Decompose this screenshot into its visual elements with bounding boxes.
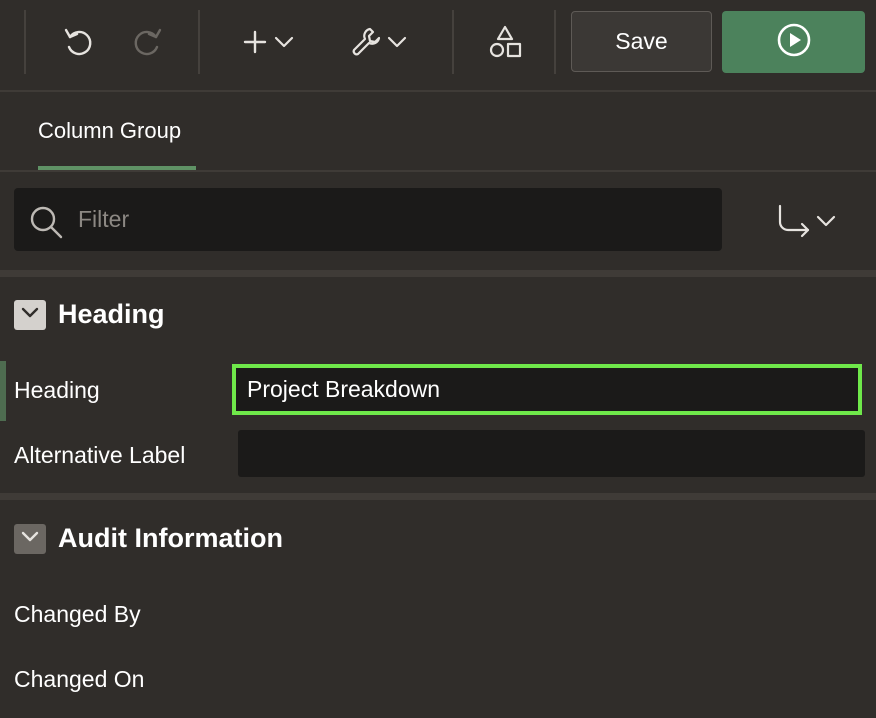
collapse-toggle[interactable] xyxy=(14,524,46,554)
redo-icon xyxy=(131,25,165,59)
undo-button[interactable] xyxy=(54,14,102,70)
save-button[interactable]: Save xyxy=(571,11,712,72)
toolbar-divider xyxy=(198,10,200,74)
section-title: Audit Information xyxy=(58,523,283,553)
go-to-group-button[interactable] xyxy=(770,200,840,244)
section-title: Heading xyxy=(58,299,165,329)
create-menu-button[interactable] xyxy=(236,14,300,70)
property-label-heading: Heading xyxy=(14,377,100,403)
toolbar-divider xyxy=(24,10,26,74)
heading-field[interactable]: Project Breakdown xyxy=(232,364,862,415)
chevron-down-icon xyxy=(20,530,40,549)
chevron-down-icon xyxy=(20,306,40,325)
section-heading-header[interactable]: Heading xyxy=(0,280,876,350)
filter-placeholder: Filter xyxy=(78,206,130,232)
property-label-changed-on: Changed On xyxy=(14,666,145,692)
chevron-down-icon xyxy=(274,35,294,49)
utilities-menu-button[interactable] xyxy=(344,14,412,70)
play-circle-icon xyxy=(776,22,812,63)
toolbar-divider xyxy=(554,10,556,74)
collapse-toggle[interactable] xyxy=(14,300,46,330)
toolbar-divider xyxy=(452,10,454,74)
search-icon xyxy=(28,204,64,245)
shapes-icon xyxy=(487,24,523,60)
go-to-group-icon xyxy=(776,202,812,243)
plus-icon xyxy=(242,29,268,55)
tab-label: Column Group xyxy=(38,118,182,143)
filter-bar: Filter xyxy=(0,172,876,270)
run-button[interactable] xyxy=(722,11,865,73)
alternative-label-field[interactable] xyxy=(238,430,865,477)
toolbar: Save xyxy=(0,0,876,92)
chevron-down-icon xyxy=(387,35,407,49)
active-tab-indicator xyxy=(38,166,196,170)
wrench-icon xyxy=(349,25,383,59)
tab-bar: Column Group xyxy=(0,92,876,172)
shared-components-button[interactable] xyxy=(484,14,526,70)
undo-icon xyxy=(61,25,95,59)
property-label-alternative-label: Alternative Label xyxy=(14,442,186,468)
section-divider xyxy=(0,270,876,277)
section-audit-header[interactable]: Audit Information xyxy=(0,503,876,573)
active-property-indicator xyxy=(0,361,6,421)
tab-column-group[interactable]: Column Group xyxy=(38,92,196,170)
redo-button[interactable] xyxy=(124,14,172,70)
filter-input[interactable]: Filter xyxy=(14,188,722,251)
chevron-down-icon xyxy=(816,214,836,233)
section-divider xyxy=(0,493,876,500)
property-label-changed-by: Changed By xyxy=(14,601,141,627)
